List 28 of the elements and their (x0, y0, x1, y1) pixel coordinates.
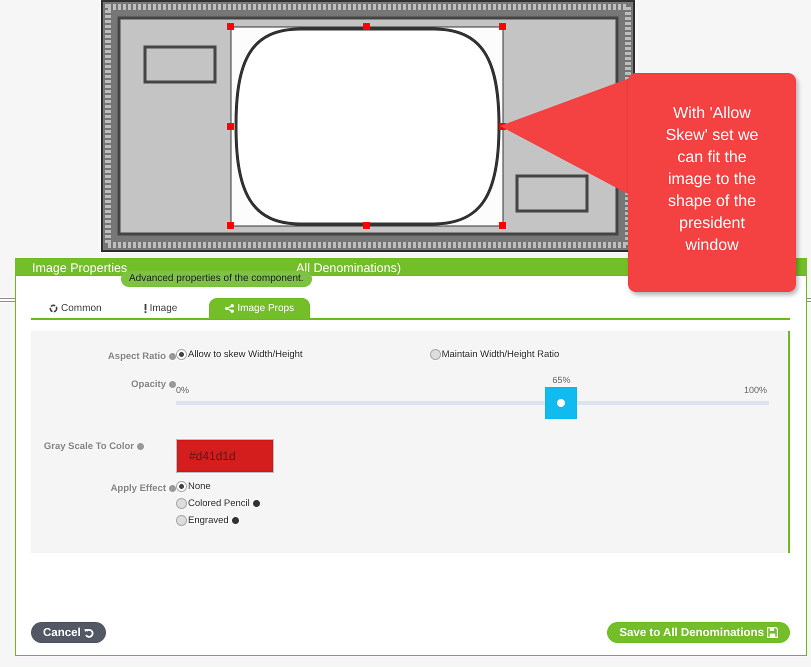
help-icon (232, 517, 239, 524)
help-icon (169, 485, 176, 492)
radio-option[interactable]: Maintain Width/Height Ratio (430, 349, 560, 360)
tooltip: Advanced properties of the component. (121, 271, 312, 287)
tab[interactable]: Image (134, 298, 188, 318)
radio-option[interactable]: Colored Pencil (176, 498, 250, 509)
help-icon (169, 353, 176, 360)
field-label: Gray Scale To Color (44, 441, 134, 452)
slider-max: 100% (744, 385, 767, 397)
radio-option[interactable]: None (176, 481, 211, 492)
save-icon (767, 627, 778, 638)
recycle-icon (49, 304, 58, 312)
radio-option[interactable]: Engraved (176, 515, 229, 526)
slider-value: 65% (552, 375, 570, 385)
help-icon (137, 443, 144, 450)
cancel-button[interactable]: Cancel (31, 622, 106, 643)
help-icon (169, 381, 176, 388)
field-label: Aspect Ratio (108, 351, 166, 362)
help-icon (252, 500, 260, 507)
slider-min: 0% (176, 385, 190, 397)
undo-icon (84, 628, 94, 638)
field-label: Opacity (131, 379, 166, 390)
share-icon (225, 304, 234, 312)
tab[interactable]: Common (39, 298, 112, 318)
slider-thumb[interactable] (545, 387, 578, 419)
field-label: Apply Effect (110, 483, 166, 494)
radio-option[interactable]: Allow to skew Width/Height (176, 349, 303, 360)
exclamation-icon (144, 304, 147, 312)
